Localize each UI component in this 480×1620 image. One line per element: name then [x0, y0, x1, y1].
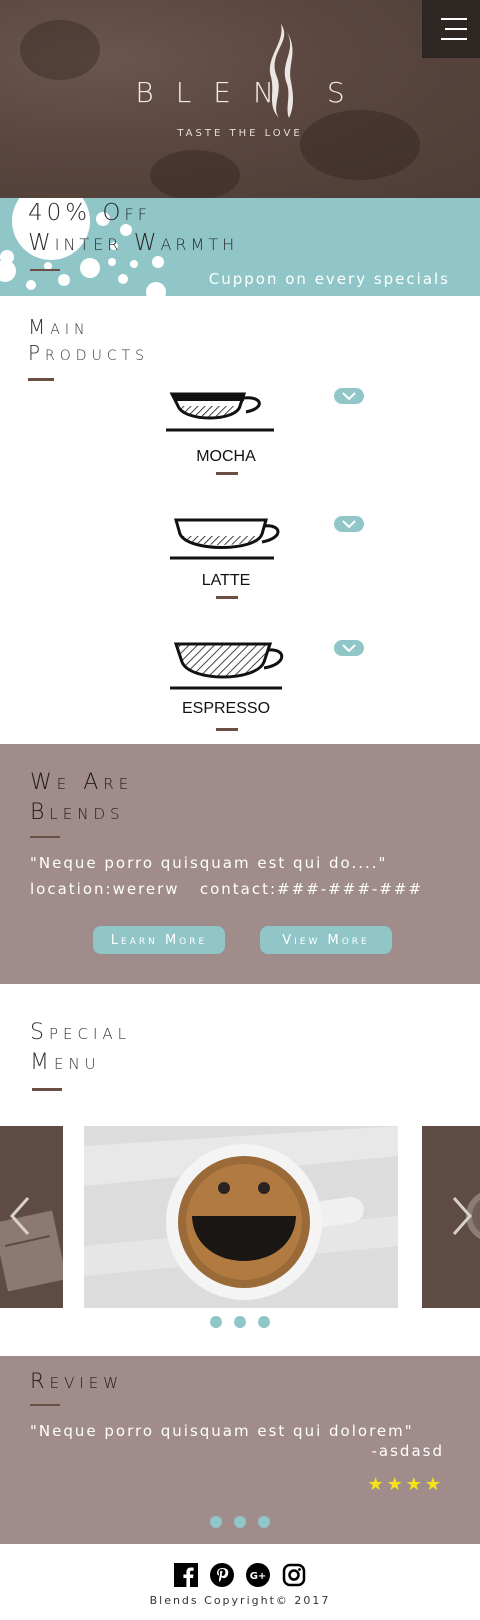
- product-name: LATTE: [201, 572, 251, 589]
- social-links: G+: [0, 1563, 480, 1587]
- carousel-dot[interactable]: [210, 1316, 222, 1328]
- mocha-cup-icon: [166, 392, 274, 432]
- hero-bean-texture: [150, 150, 240, 198]
- promo-bubble: [80, 258, 100, 278]
- promo-divider: [30, 269, 60, 271]
- expand-toggle-button[interactable]: [334, 516, 364, 532]
- review-quote: "Neque porro quisquam est qui dolorem": [30, 1422, 414, 1440]
- brand-logo-text: BLEN S: [135, 76, 367, 109]
- hero-banner: BLEN S TASTE THE LOVE: [0, 0, 480, 198]
- instagram-icon[interactable]: [282, 1563, 306, 1587]
- promo-bubble: [146, 282, 166, 296]
- promo-bubble: [26, 280, 36, 290]
- about-heading-line1: We Are: [30, 770, 134, 795]
- product-divider: [216, 728, 238, 731]
- carousel-dot[interactable]: [234, 1316, 246, 1328]
- promo-discount: 40% Off: [28, 200, 151, 226]
- about-quote: "Neque porro quisquam est qui do....": [30, 854, 388, 872]
- copyright-text: Blends Copyright© 2017: [149, 1594, 331, 1607]
- promo-bubble: [0, 260, 16, 282]
- menu-line-icon: [441, 18, 467, 20]
- menu-line-icon: [445, 28, 467, 30]
- carousel-prev-arrow-icon[interactable]: [8, 1196, 32, 1236]
- review-author: -asdasd: [371, 1442, 444, 1460]
- special-heading-line2: Menu: [30, 1050, 101, 1075]
- product-divider: [216, 472, 238, 475]
- smiley-coffee-photo: [84, 1126, 398, 1308]
- product-name: MOCHA: [196, 448, 256, 465]
- special-menu-divider: [32, 1088, 62, 1091]
- review-divider: [30, 1404, 60, 1406]
- promo-banner: 40% Off Winter Warmth Cuppon on every sp…: [0, 198, 480, 296]
- carousel-dot[interactable]: [258, 1316, 270, 1328]
- brand-tagline: TASTE THE LOVE: [177, 128, 303, 139]
- products-heading-line2: Products: [28, 341, 150, 365]
- google-plus-icon[interactable]: G+: [246, 1563, 270, 1587]
- espresso-cup-icon: [170, 642, 284, 690]
- carousel-next-arrow-icon[interactable]: [450, 1196, 474, 1236]
- about-heading-line2: Blends: [30, 800, 125, 825]
- expand-toggle-button[interactable]: [334, 388, 364, 404]
- chevron-down-icon: [342, 392, 356, 401]
- special-menu-heading: Special Menu: [30, 1018, 131, 1078]
- product-item-mocha[interactable]: MOCHA: [0, 384, 480, 480]
- pinterest-icon[interactable]: [210, 1563, 234, 1587]
- latte-cup-icon: [170, 518, 280, 560]
- promo-bubble: [130, 260, 138, 268]
- svg-text:G+: G+: [250, 1571, 267, 1582]
- review-dot[interactable]: [258, 1516, 270, 1528]
- learn-more-button[interactable]: Learn More: [93, 926, 225, 954]
- promo-subtitle: Cuppon on every specials: [208, 270, 450, 288]
- products-heading-line1: Main: [28, 315, 90, 339]
- about-section: We Are Blends "Neque porro quisquam est …: [0, 744, 480, 984]
- hero-bean-texture: [20, 20, 100, 80]
- review-dot[interactable]: [210, 1516, 222, 1528]
- menu-line-icon: [441, 38, 467, 40]
- carousel-slide-active[interactable]: [84, 1126, 398, 1308]
- expand-toggle-button[interactable]: [334, 640, 364, 656]
- facebook-icon[interactable]: [174, 1563, 198, 1587]
- flame-logo-icon: [269, 24, 293, 118]
- about-location-contact: location:wererw contact:###-###-###: [30, 880, 423, 898]
- special-heading-line1: Special: [30, 1020, 132, 1045]
- chevron-down-icon: [342, 520, 356, 529]
- promo-bubble: [118, 274, 128, 284]
- promo-bubble: [108, 258, 116, 266]
- product-divider: [216, 596, 238, 599]
- carousel-pagination: [0, 1316, 480, 1328]
- about-heading: We Are Blends: [30, 768, 133, 828]
- hamburger-menu-button[interactable]: [422, 0, 480, 58]
- products-heading: Main Products: [28, 314, 149, 366]
- view-more-button[interactable]: View More: [260, 926, 392, 954]
- promo-bubble: [58, 274, 70, 286]
- star-rating: ★★★★: [367, 1474, 444, 1495]
- chevron-down-icon: [342, 644, 356, 653]
- review-pagination: [0, 1516, 480, 1528]
- promo-headline: Winter Warmth: [28, 230, 239, 256]
- product-item-espresso[interactable]: ESPRESSO: [0, 636, 480, 732]
- hero-bean-texture: [300, 110, 420, 180]
- product-name: ESPRESSO: [181, 700, 271, 717]
- promo-title: 40% Off Winter Warmth: [28, 198, 238, 258]
- about-divider: [30, 836, 60, 838]
- products-divider: [28, 378, 54, 381]
- product-item-latte[interactable]: LATTE: [0, 510, 480, 606]
- review-section: Review "Neque porro quisquam est qui dol…: [0, 1356, 480, 1544]
- review-dot[interactable]: [234, 1516, 246, 1528]
- review-heading: Review: [30, 1369, 124, 1393]
